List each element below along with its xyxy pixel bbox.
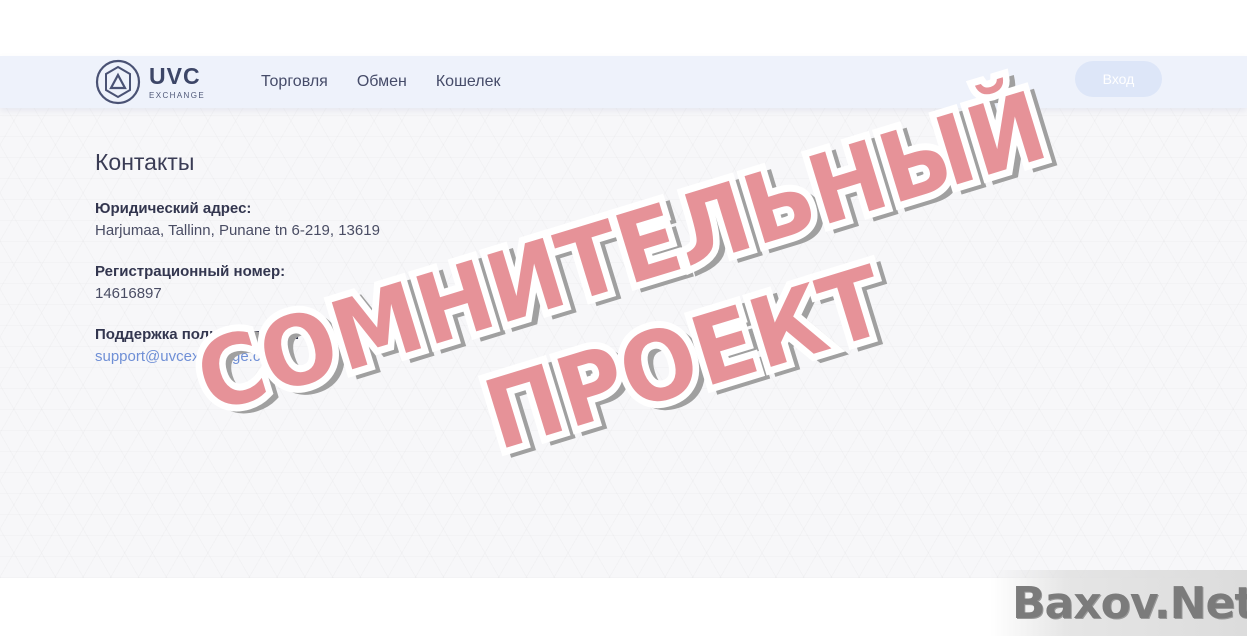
contacts-section: Контакты Юридический адрес: Harjumaa, Ta… — [0, 108, 1247, 578]
uvc-logo[interactable]: UVC EXCHANGE — [95, 58, 205, 106]
legal-address-value: Harjumaa, Tallinn, Punane tn 6-219, 1361… — [95, 222, 380, 239]
page-title: Контакты — [95, 149, 195, 175]
logo-text: UVC EXCHANGE — [149, 62, 206, 100]
nav-wallet[interactable]: Кошелек — [436, 73, 501, 91]
uvc-logo-icon — [95, 59, 141, 105]
registration-number-label: Регистрационный номер: — [95, 263, 286, 280]
login-button[interactable]: Вход — [1075, 61, 1162, 97]
legal-address-label: Юридический адрес: — [95, 200, 252, 217]
contacts-content: Контакты Юридический адрес: Harjumaa, Ta… — [95, 149, 380, 366]
site-header: UVC EXCHANGE Торговля Обмен Кошелек Вход — [0, 56, 1247, 108]
baxov-watermark: Baxov.Net — [1012, 578, 1247, 629]
logo-subtitle: EXCHANGE — [149, 90, 206, 100]
support-email-link[interactable]: support@uvcexchange.com — [95, 348, 281, 365]
nav-exchange[interactable]: Обмен — [357, 73, 407, 91]
support-label: Поддержка пользователей: — [95, 326, 300, 343]
main-nav: Торговля Обмен Кошелек — [261, 56, 530, 108]
registration-number-value: 14616897 — [95, 285, 162, 302]
nav-trading[interactable]: Торговля — [261, 73, 328, 91]
logo-name: UVC — [149, 62, 201, 89]
